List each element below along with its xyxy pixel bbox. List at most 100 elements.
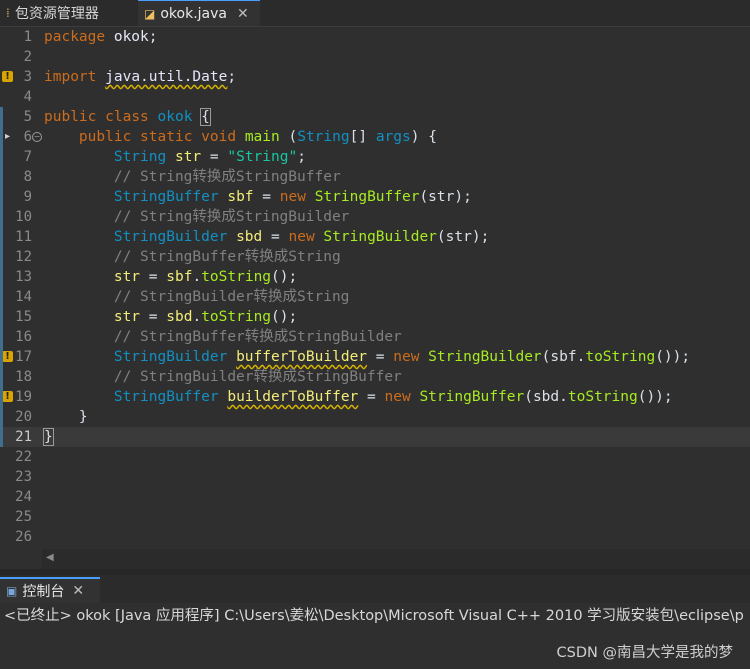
code-line[interactable]: 19! StringBuffer builderToBuffer = new S… <box>0 387 750 407</box>
horizontal-scrollbar[interactable]: ◀ <box>42 549 750 569</box>
code-line[interactable]: 5 public class okok { <box>0 107 750 127</box>
code-token: void <box>201 129 237 145</box>
line-number: 3 <box>23 69 32 85</box>
code-token: // StringBuffer转换成StringBuilder <box>113 329 402 345</box>
close-icon[interactable]: ✕ <box>72 583 84 599</box>
code-line[interactable]: 4 <box>0 87 750 107</box>
code-token: = <box>262 229 289 245</box>
code-line[interactable]: 1 package okok; <box>0 27 750 47</box>
warning-icon[interactable]: ! <box>2 71 13 82</box>
warning-icon[interactable]: ! <box>2 391 13 402</box>
console-output[interactable]: <已终止> okok [Java 应用程序] C:\Users\姜松\Deskt… <box>0 603 750 669</box>
code-line[interactable]: 16 // StringBuffer转换成StringBuilder <box>0 327 750 347</box>
code-line[interactable]: 14 // StringBuilder转换成String <box>0 287 750 307</box>
code-text: // String转换成StringBuilder <box>44 207 350 227</box>
line-number: 9 <box>23 189 32 205</box>
code-line[interactable]: 7 String str = "String"; <box>0 147 750 167</box>
code-line[interactable]: 20 } <box>0 407 750 427</box>
code-token: StringBuilder <box>113 349 228 365</box>
code-line[interactable]: 12 // StringBuffer转换成String <box>0 247 750 267</box>
code-token: ()); <box>655 349 691 365</box>
code-line[interactable]: 25 <box>0 507 750 527</box>
line-number: 6 <box>23 129 32 145</box>
code-token: args <box>375 129 411 145</box>
code-token: = <box>253 189 280 205</box>
code-editor[interactable]: 1 package okok; 2 3! import java.util.Date; 4… <box>0 27 750 549</box>
tab-okok-java[interactable]: ◪ okok.java ✕ <box>138 0 260 26</box>
code-token: bufferToBuilder <box>236 349 368 365</box>
code-text: String str = "String"; <box>44 147 306 167</box>
tab-package-explorer-label: 包资源管理器 <box>14 6 99 22</box>
code-token: sbf <box>227 189 254 205</box>
code-line[interactable]: 9 StringBuffer sbf = new StringBuffer(st… <box>0 187 750 207</box>
line-number: 11 <box>15 229 32 245</box>
code-line[interactable]: 26 <box>0 527 750 547</box>
line-number: 2 <box>23 49 32 65</box>
tab-package-explorer[interactable]: ⁞ 包资源管理器 <box>0 0 130 26</box>
code-text: public static void main (String[] args) … <box>44 127 437 147</box>
tab-console-label: 控制台 <box>22 584 65 600</box>
change-indicator <box>0 107 3 447</box>
code-text: import java.util.Date; <box>44 67 236 87</box>
code-line[interactable]: 18 // StringBuilder转换成StringBuffer <box>0 367 750 387</box>
code-line[interactable]: 15 str = sbd.toString(); <box>0 307 750 327</box>
code-token: main <box>244 129 280 145</box>
line-number: 17 <box>15 349 32 365</box>
breakpoint-icon[interactable]: ▸ <box>2 131 13 142</box>
code-line[interactable]: 17! StringBuilder bufferToBuilder = new … <box>0 347 750 367</box>
line-number: 4 <box>23 89 32 105</box>
scroll-left-icon[interactable]: ◀ <box>46 552 54 563</box>
code-token: sbf <box>550 349 577 365</box>
code-line[interactable]: 11 StringBuilder sbd = new StringBuilder… <box>0 227 750 247</box>
code-line[interactable]: 13 str = sbf.toString(); <box>0 267 750 287</box>
code-text: StringBuilder bufferToBuilder = new Stri… <box>44 347 690 367</box>
code-token: static <box>140 129 193 145</box>
code-token: // StringBuilder转换成String <box>113 289 350 305</box>
code-line[interactable]: 23 <box>0 467 750 487</box>
code-token: builderToBuffer <box>227 389 359 405</box>
line-number: 18 <box>15 369 32 385</box>
code-token: str <box>113 309 141 325</box>
warning-icon[interactable]: ! <box>2 351 13 362</box>
close-icon[interactable]: ✕ <box>237 6 249 22</box>
code-line[interactable]: 10 // String转换成StringBuilder <box>0 207 750 227</box>
code-token: sbd <box>236 229 263 245</box>
code-text: // StringBuilder转换成String <box>44 287 350 307</box>
code-text: // StringBuilder转换成StringBuffer <box>44 367 402 387</box>
line-number: 1 <box>23 29 32 45</box>
code-text: public class okok { <box>44 107 211 127</box>
fold-icon[interactable]: − <box>32 132 42 142</box>
code-line[interactable]: 6 ▸ − public static void main (String[] ar… <box>0 127 750 147</box>
line-number: 24 <box>15 489 32 505</box>
code-line[interactable]: 22 <box>0 447 750 467</box>
code-line[interactable]: 24 <box>0 487 750 507</box>
code-token: okok <box>157 109 193 125</box>
line-number: 26 <box>15 529 32 545</box>
code-token: "String" <box>227 149 298 165</box>
code-token: new <box>288 229 315 245</box>
line-number: 5 <box>23 109 32 125</box>
code-line[interactable]: 8 // String转换成StringBuffer <box>0 167 750 187</box>
code-line[interactable]: 3! import java.util.Date; <box>0 67 750 87</box>
code-token: // StringBuffer转换成String <box>113 249 341 265</box>
code-text: package okok; <box>44 27 158 47</box>
code-line[interactable]: 21} <box>0 427 750 447</box>
code-token: = <box>358 389 385 405</box>
code-token: sbf <box>166 269 193 285</box>
code-line[interactable]: 2 <box>0 47 750 67</box>
tab-console[interactable]: ▣ 控制台 ✕ <box>0 577 100 603</box>
code-token: (); <box>271 309 298 325</box>
code-text: StringBuffer builderToBuffer = new Strin… <box>44 387 673 407</box>
code-text: } <box>44 407 88 427</box>
code-token: (str); <box>419 189 472 205</box>
code-token: import <box>44 69 97 85</box>
